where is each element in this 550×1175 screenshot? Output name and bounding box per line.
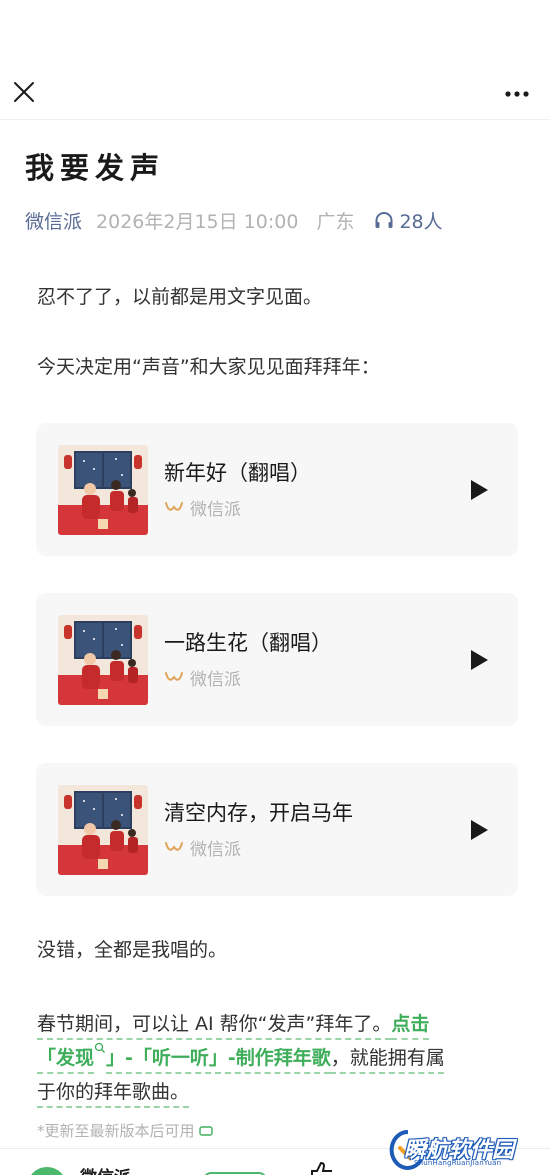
thumbs-up-icon[interactable] <box>308 1161 336 1175</box>
headphones-icon <box>375 212 393 228</box>
close-icon[interactable] <box>12 80 36 104</box>
top-bar <box>0 62 550 120</box>
song-source-text: 微信派 <box>190 840 241 860</box>
wechat-listen-logo-icon <box>165 671 183 681</box>
watermark: 瞬航软件园 ShunHangRuanJianYuan <box>388 1128 538 1172</box>
bottom-account-name[interactable]: 微信派 <box>80 1163 131 1175</box>
article-meta: 微信派 2026年2月15日 10:00 广东 28人 <box>25 205 443 235</box>
comment-icon <box>198 1125 213 1136</box>
play-icon[interactable] <box>468 648 490 672</box>
intro-paragraph-2: 今天决定用“声音”和大家见见面拜拜年： <box>37 356 380 378</box>
body-paragraph-2-text: ，就能拥有属 <box>330 1047 445 1069</box>
song-card[interactable]: 清空内存，开启马年 微信派 <box>36 763 518 896</box>
song-cover-image <box>58 445 148 535</box>
song-title: 一路生花（翻唱） <box>164 631 332 655</box>
song-source: 微信派 <box>164 665 241 690</box>
song-source: 微信派 <box>164 835 241 860</box>
publish-location: 广东 <box>316 210 355 233</box>
update-note: *更新至最新版本后可用 <box>37 1120 214 1141</box>
wechat-listen-logo-icon <box>165 841 183 851</box>
listen-make-song-link[interactable]: 」-「听一听」-制作拜年歌 <box>106 1047 331 1069</box>
account-avatar[interactable] <box>27 1167 67 1175</box>
play-icon[interactable] <box>468 818 490 842</box>
song-card[interactable]: 新年好（翻唱） 微信派 <box>36 423 518 556</box>
click-link[interactable]: 点击 <box>391 1013 429 1035</box>
discover-link[interactable]: 「发现 <box>37 1047 94 1069</box>
body-paragraph-2-text: 春节期间，可以让 AI 帮你“发声”拜年了。 <box>37 1013 392 1035</box>
wechat-listen-logo-icon <box>165 501 183 511</box>
body-paragraph-1: 没错，全都是我唱的。 <box>37 939 228 961</box>
listen-count-text: 28人 <box>399 210 443 233</box>
search-icon <box>94 1042 105 1053</box>
article-title: 我要发声 <box>25 151 166 185</box>
watermark-subtext: ShunHangRuanJianYuan <box>414 1159 502 1167</box>
intro-paragraph-1: 忍不了了，以前都是用文字见面。 <box>37 286 323 308</box>
update-note-text: *更新至最新版本后可用 <box>37 1122 195 1140</box>
song-source-text: 微信派 <box>190 670 241 690</box>
song-source-text: 微信派 <box>190 500 241 520</box>
song-title: 新年好（翻唱） <box>164 461 311 485</box>
song-cover-image <box>58 785 148 875</box>
body-paragraph-2-text: 于你的拜年歌曲。 <box>37 1081 190 1103</box>
body-paragraph-2: 春节期间，可以让 AI 帮你“发声”拜年了。点击 「发现 」-「听一听」-制作拜年… <box>37 1007 522 1109</box>
play-icon[interactable] <box>468 478 490 502</box>
more-dots-icon[interactable] <box>504 90 530 98</box>
song-source: 微信派 <box>164 495 241 520</box>
song-title: 清空内存，开启马年 <box>164 801 353 825</box>
song-cover-image <box>58 615 148 705</box>
publish-date: 2026年2月15日 10:00 <box>96 210 299 233</box>
account-name-link[interactable]: 微信派 <box>25 207 82 234</box>
listen-count[interactable]: 28人 <box>374 207 443 234</box>
song-card[interactable]: 一路生花（翻唱） 微信派 <box>36 593 518 726</box>
